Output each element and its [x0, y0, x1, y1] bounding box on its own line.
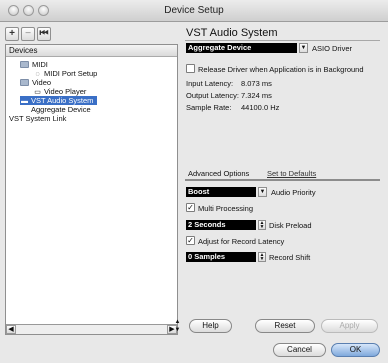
- tab-divider: [185, 179, 380, 181]
- heading-divider: [185, 40, 380, 41]
- tree-item-midi-port-setup[interactable]: ◌ MIDI Port Setup: [33, 69, 97, 78]
- tree-item-vst-audio-system[interactable]: ▬ VST Audio System: [20, 96, 98, 105]
- release-driver-checkbox[interactable]: [186, 64, 195, 73]
- tree-item-aggregate-device[interactable]: Aggregate Device: [31, 105, 91, 114]
- vst-audio-icon: ▬: [21, 98, 28, 105]
- disk-preload-field[interactable]: 2 Seconds: [186, 220, 256, 230]
- sample-rate-value: 44100.0 Hz: [241, 103, 280, 112]
- multi-processing-label: Multi Processing: [198, 204, 254, 213]
- asio-driver-select[interactable]: Aggregate Device: [186, 43, 297, 53]
- device-tree: Devices MIDI ◌ MIDI Port Setup Video ▭ Vid…: [5, 44, 178, 335]
- adjust-record-latency-label: Adjust for Record Latency: [198, 237, 285, 246]
- disk-preload-label: Disk Preload: [269, 221, 312, 230]
- asio-driver-label: ASIO Driver: [312, 44, 353, 53]
- input-latency-label: Input Latency:: [186, 79, 234, 88]
- record-shift-stepper-icon[interactable]: ▲ ▼: [258, 252, 266, 262]
- audio-priority-select[interactable]: Boost: [186, 187, 256, 197]
- title-bar: Device Setup: [0, 0, 388, 22]
- record-shift-label: Record Shift: [269, 253, 311, 262]
- chevron-down-icon[interactable]: ▼: [258, 187, 267, 197]
- release-driver-label: Release Driver when Application is in Ba…: [198, 65, 364, 74]
- set-to-defaults-link[interactable]: Set to Defaults: [267, 169, 316, 178]
- help-button[interactable]: Help: [189, 319, 232, 333]
- vertical-scroll-arrows[interactable]: ▲ ▼: [173, 318, 182, 334]
- tree-item-midi[interactable]: MIDI: [20, 60, 48, 69]
- device-setup-window: Device Setup + − ⏮ Devices MIDI ◌ MIDI Po…: [0, 0, 388, 363]
- tree-item-video-player[interactable]: ▭ Video Player: [33, 87, 86, 96]
- device-list-panel: + − ⏮ Devices MIDI ◌ MIDI Port Setup Vide…: [5, 27, 178, 335]
- disk-preload-stepper-icon[interactable]: ▲ ▼: [258, 220, 266, 230]
- scroll-up-icon[interactable]: ▲: [173, 318, 182, 326]
- tab-advanced-options[interactable]: Advanced Options: [188, 169, 249, 178]
- multi-processing-checkbox[interactable]: ✓: [186, 203, 195, 212]
- sample-rate-label: Sample Rate:: [186, 103, 232, 112]
- input-latency-value: 8.073 ms: [241, 79, 272, 88]
- ok-button[interactable]: OK: [331, 343, 380, 357]
- reset-device-button[interactable]: ⏮: [37, 27, 51, 41]
- record-shift-field[interactable]: 0 Samples: [186, 252, 256, 262]
- adjust-record-latency-checkbox[interactable]: ✓: [186, 236, 195, 245]
- scroll-left-icon[interactable]: ◀: [6, 325, 16, 334]
- device-toolbar: + − ⏮: [5, 27, 178, 44]
- panel-heading: VST Audio System: [186, 27, 278, 39]
- output-latency-label: Output Latency:: [186, 91, 239, 100]
- folder-icon: [20, 61, 29, 68]
- cancel-button[interactable]: Cancel: [273, 343, 326, 357]
- horizontal-scrollbar[interactable]: ◀ ▶: [6, 324, 177, 334]
- audio-priority-label: Audio Priority: [271, 188, 316, 197]
- tree-item-vst-system-link[interactable]: VST System Link: [9, 114, 66, 123]
- window-title: Device Setup: [164, 5, 224, 16]
- scroll-down-icon[interactable]: ▼: [173, 326, 182, 334]
- output-latency-value: 7.324 ms: [241, 91, 272, 100]
- tree-item-video[interactable]: Video: [20, 78, 51, 87]
- chevron-down-icon[interactable]: ▼: [299, 43, 308, 53]
- devices-column-header: Devices: [6, 45, 177, 57]
- folder-icon: [20, 79, 29, 86]
- add-device-button[interactable]: +: [5, 27, 19, 41]
- apply-button[interactable]: Apply: [321, 319, 378, 333]
- remove-device-button[interactable]: −: [21, 27, 35, 41]
- reset-button[interactable]: Reset: [255, 319, 315, 333]
